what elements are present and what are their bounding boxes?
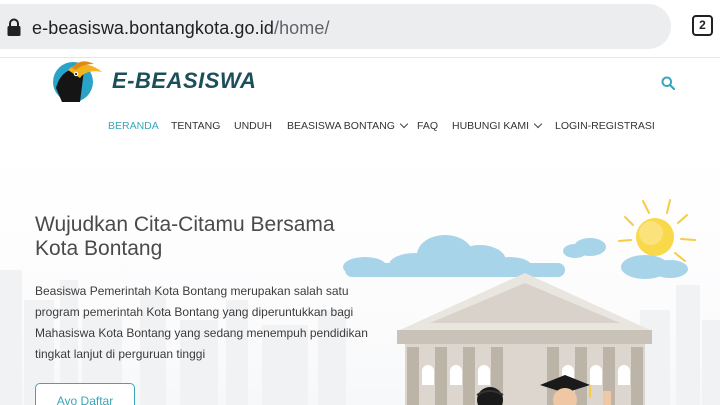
cloud-icon [343, 235, 565, 277]
campus-illustration [343, 199, 696, 405]
main-navigation: BERANDA TENTANG UNDUH BEASISWA BONTANG F… [0, 119, 720, 138]
nav-item-unduh[interactable]: UNDUH [234, 120, 272, 132]
sun-icon [618, 199, 696, 262]
search-icon[interactable] [661, 76, 675, 90]
hero-description: Beasiswa Pemerintah Kota Bontang merupak… [35, 284, 368, 361]
site-header: E-BEASISWA BERANDA TENTANG UNDUH BEASISW… [0, 58, 720, 150]
nav-item-beasiswa-bontang-label: BEASISWA BONTANG [287, 120, 395, 132]
url-text: e-beasiswa.bontangkota.go.id/home/ [32, 18, 330, 39]
nav-item-hubungi-kami-label: HUBUNGI KAMI [452, 120, 530, 132]
url-host: e-beasiswa.bontangkota.go.id [32, 18, 274, 38]
nav-item-beranda[interactable]: BERANDA [108, 120, 159, 132]
chevron-down-icon [533, 119, 543, 129]
tab-switcher-button[interactable]: 2 [692, 15, 713, 36]
nav-item-hubungi-kami[interactable]: HUBUNGI KAMI [452, 119, 543, 132]
nav-item-tentang[interactable]: TENTANG [171, 120, 220, 132]
nav-item-login-registrasi[interactable]: LOGIN-REGISTRASI [555, 120, 655, 132]
nav-item-beasiswa-bontang[interactable]: BEASISWA BONTANG [287, 119, 409, 132]
nav-item-faq[interactable]: FAQ [417, 120, 438, 132]
hero-section: Wujudkan Cita-Citamu Bersama Kota Bontan… [0, 150, 720, 405]
url-path: /home/ [273, 18, 330, 38]
chevron-down-icon [399, 119, 409, 129]
register-button[interactable]: Ayo Daftar [35, 383, 135, 405]
hero-title: Wujudkan Cita-Citamu Bersama Kota Bontan… [35, 213, 335, 260]
browser-toolbar: e-beasiswa.bontangkota.go.id/home/ 2 [0, 0, 720, 58]
lock-icon [7, 18, 21, 36]
hornbill-logo-icon[interactable] [46, 58, 104, 102]
address-bar[interactable]: e-beasiswa.bontangkota.go.id/home/ [0, 4, 671, 49]
brand-wordmark[interactable]: E-BEASISWA [112, 68, 256, 94]
